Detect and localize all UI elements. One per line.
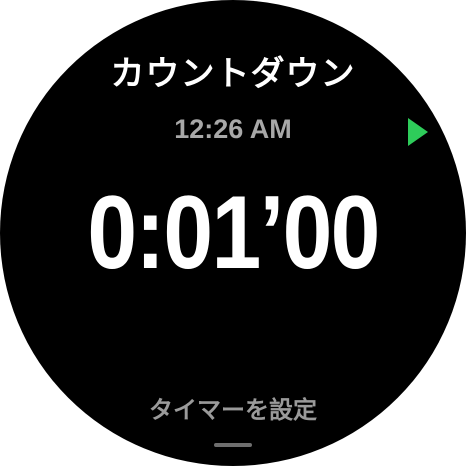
current-time: 12:26 AM [174, 114, 292, 144]
play-icon [408, 118, 428, 146]
drag-handle[interactable] [214, 443, 252, 447]
set-timer-button[interactable]: タイマーを設定 [0, 390, 466, 425]
screen-title: カウントダウン [110, 54, 356, 94]
start-button[interactable] [398, 112, 438, 152]
countdown-display: 0:01’00 [87, 175, 380, 291]
watch-face: カウントダウン 12:26 AM 0:01’00 タイマーを設定 [0, 0, 466, 466]
